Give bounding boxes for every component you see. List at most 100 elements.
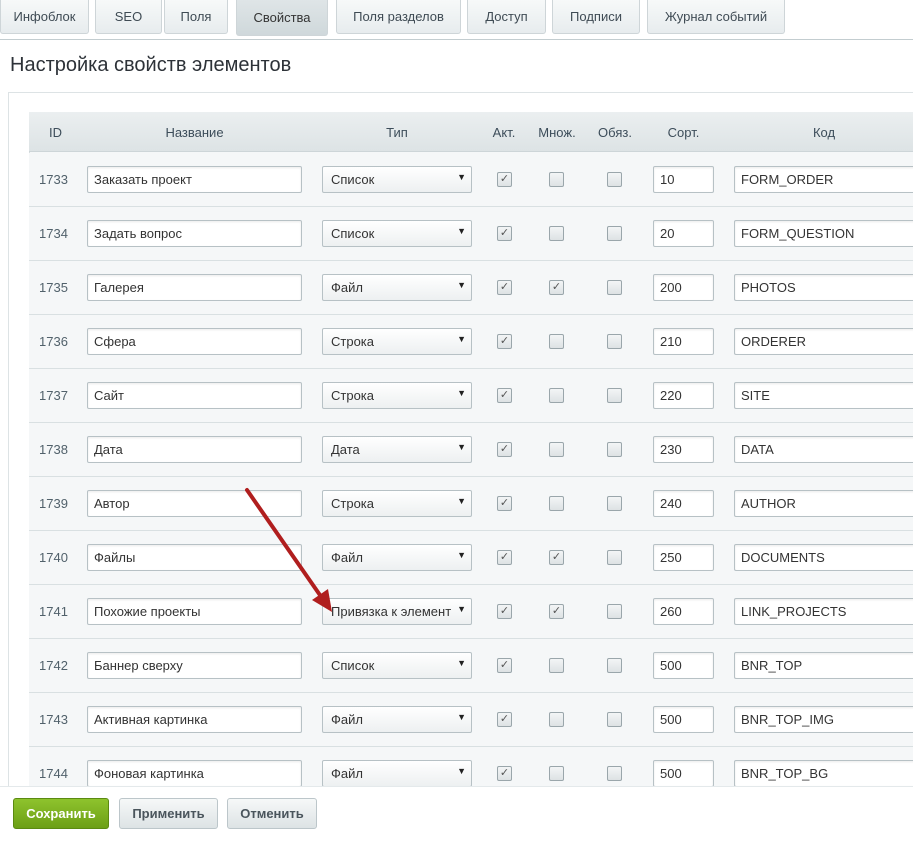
property-name-input[interactable]: Задать вопрос	[87, 220, 302, 247]
multiple-checkbox[interactable]	[549, 766, 564, 781]
code-input[interactable]: DATA	[734, 436, 913, 463]
row-id: 1733	[39, 172, 68, 187]
tab-captions[interactable]: Подписи	[552, 0, 640, 34]
tab-access[interactable]: Доступ	[467, 0, 546, 34]
code-input[interactable]: BNR_TOP_BG	[734, 760, 913, 787]
code-input[interactable]: AUTHOR	[734, 490, 913, 517]
active-checkbox[interactable]: ✓	[497, 766, 512, 781]
active-checkbox[interactable]: ✓	[497, 388, 512, 403]
property-type-select[interactable]: Список ▼	[322, 220, 472, 247]
property-name-input[interactable]: Дата	[87, 436, 302, 463]
code-input[interactable]: LINK_PROJECTS	[734, 598, 913, 625]
code-input[interactable]: FORM_QUESTION	[734, 220, 913, 247]
sort-input[interactable]: 230	[653, 436, 714, 463]
required-checkbox[interactable]	[607, 442, 622, 457]
property-name-input[interactable]: Похожие проекты	[87, 598, 302, 625]
tab-properties[interactable]: Свойства	[236, 0, 328, 36]
apply-button[interactable]: Применить	[119, 798, 218, 829]
sort-input[interactable]: 20	[653, 220, 714, 247]
code-input[interactable]: FORM_ORDER	[734, 166, 913, 193]
tab-event-log[interactable]: Журнал событий	[647, 0, 785, 34]
active-checkbox[interactable]: ✓	[497, 280, 512, 295]
property-name-input[interactable]: Автор	[87, 490, 302, 517]
tab-infoblock[interactable]: Инфоблок	[0, 0, 89, 34]
property-type-select[interactable]: Строка ▼	[322, 382, 472, 409]
required-checkbox[interactable]	[607, 334, 622, 349]
code-input[interactable]: PHOTOS	[734, 274, 913, 301]
active-checkbox[interactable]: ✓	[497, 712, 512, 727]
tab-section-fields[interactable]: Поля разделов	[336, 0, 461, 34]
active-checkbox[interactable]: ✓	[497, 226, 512, 241]
sort-input[interactable]: 240	[653, 490, 714, 517]
property-type-select[interactable]: Файл ▼	[322, 544, 472, 571]
sort-input[interactable]: 210	[653, 328, 714, 355]
multiple-checkbox[interactable]	[549, 388, 564, 403]
required-checkbox[interactable]	[607, 388, 622, 403]
property-name-input[interactable]: Сайт	[87, 382, 302, 409]
code-input[interactable]: SITE	[734, 382, 913, 409]
multiple-checkbox[interactable]: ✓	[549, 604, 564, 619]
required-checkbox[interactable]	[607, 280, 622, 295]
sort-input[interactable]: 260	[653, 598, 714, 625]
property-type-select[interactable]: Файл ▼	[322, 706, 472, 733]
header-code: Код	[812, 125, 836, 140]
property-type-select[interactable]: Дата ▼	[322, 436, 472, 463]
property-name-input[interactable]: Заказать проект	[87, 166, 302, 193]
multiple-checkbox[interactable]	[549, 334, 564, 349]
active-checkbox[interactable]: ✓	[497, 658, 512, 673]
multiple-checkbox[interactable]	[549, 226, 564, 241]
active-checkbox[interactable]: ✓	[497, 550, 512, 565]
multiple-checkbox[interactable]	[549, 172, 564, 187]
required-checkbox[interactable]	[607, 658, 622, 673]
active-checkbox[interactable]: ✓	[497, 334, 512, 349]
code-input[interactable]: BNR_TOP	[734, 652, 913, 679]
code-input[interactable]: ORDERER	[734, 328, 913, 355]
required-checkbox[interactable]	[607, 496, 622, 511]
property-type-select[interactable]: Привязка к элемент ▼	[322, 598, 472, 625]
tab-fields[interactable]: Поля	[164, 0, 228, 34]
property-type-select[interactable]: Строка ▼	[322, 328, 472, 355]
property-name-input[interactable]: Фоновая картинка	[87, 760, 302, 787]
table-row: 1741 Похожие проекты Привязка к элемент ▼ ✓ ✓…	[29, 585, 913, 639]
property-type-select[interactable]: Строка ▼	[322, 490, 472, 517]
required-checkbox[interactable]	[607, 766, 622, 781]
property-name-input[interactable]: Баннер сверху	[87, 652, 302, 679]
required-checkbox[interactable]	[607, 226, 622, 241]
multiple-checkbox[interactable]	[549, 658, 564, 673]
code-input[interactable]: DOCUMENTS	[734, 544, 913, 571]
property-name-input[interactable]: Галерея	[87, 274, 302, 301]
active-checkbox[interactable]: ✓	[497, 496, 512, 511]
property-name-input[interactable]: Файлы	[87, 544, 302, 571]
property-type-select[interactable]: Файл ▼	[322, 760, 472, 787]
multiple-checkbox[interactable]: ✓	[549, 280, 564, 295]
property-type-select[interactable]: Файл ▼	[322, 274, 472, 301]
required-checkbox[interactable]	[607, 712, 622, 727]
row-id: 1740	[39, 550, 68, 565]
sort-input[interactable]: 500	[653, 652, 714, 679]
sort-input[interactable]: 10	[653, 166, 714, 193]
required-checkbox[interactable]	[607, 604, 622, 619]
sort-input[interactable]: 250	[653, 544, 714, 571]
sort-input[interactable]: 200	[653, 274, 714, 301]
save-button[interactable]: Сохранить	[13, 798, 109, 829]
code-input[interactable]: BNR_TOP_IMG	[734, 706, 913, 733]
sort-input[interactable]: 500	[653, 706, 714, 733]
active-checkbox[interactable]: ✓	[497, 604, 512, 619]
cancel-button[interactable]: Отменить	[227, 798, 317, 829]
active-checkbox[interactable]: ✓	[497, 172, 512, 187]
sort-input[interactable]: 220	[653, 382, 714, 409]
sort-input[interactable]: 500	[653, 760, 714, 787]
multiple-checkbox[interactable]: ✓	[549, 550, 564, 565]
required-checkbox[interactable]	[607, 550, 622, 565]
property-type-select[interactable]: Список ▼	[322, 166, 472, 193]
chevron-down-icon: ▼	[457, 766, 466, 776]
active-checkbox[interactable]: ✓	[497, 442, 512, 457]
property-type-select[interactable]: Список ▼	[322, 652, 472, 679]
property-name-input[interactable]: Активная картинка	[87, 706, 302, 733]
property-name-input[interactable]: Сфера	[87, 328, 302, 355]
required-checkbox[interactable]	[607, 172, 622, 187]
multiple-checkbox[interactable]	[549, 712, 564, 727]
multiple-checkbox[interactable]	[549, 496, 564, 511]
multiple-checkbox[interactable]	[549, 442, 564, 457]
tab-seo[interactable]: SEO	[95, 0, 162, 34]
